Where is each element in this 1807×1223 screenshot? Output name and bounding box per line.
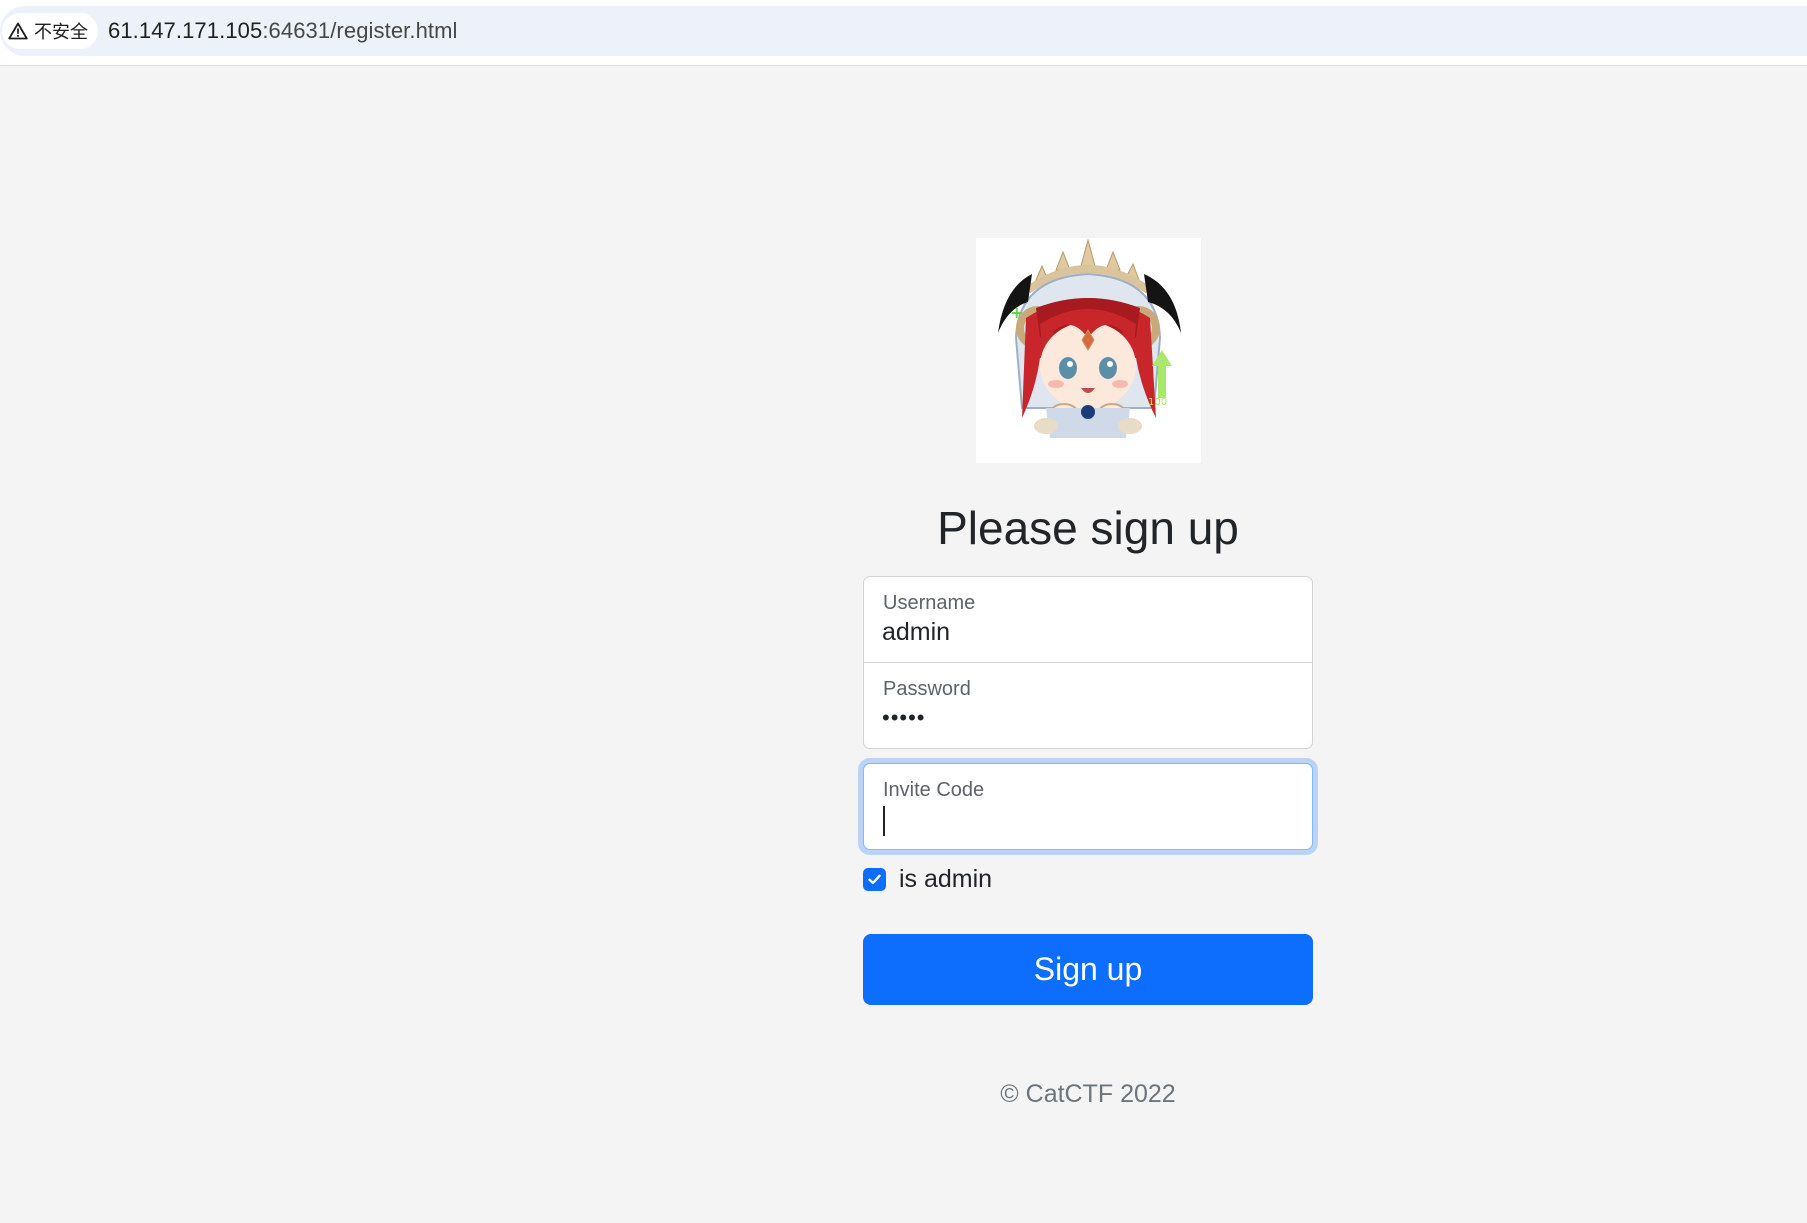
page-title: Please sign up — [937, 502, 1239, 554]
url-text[interactable]: 61.147.171.105:64631/register.html — [108, 6, 458, 56]
copyright-footer: © CatCTF 2022 — [1000, 1080, 1176, 1109]
security-label: 不安全 — [34, 22, 88, 42]
url-host: 61.147.171.105 — [108, 18, 263, 43]
svg-text:100: 100 — [1148, 397, 1167, 408]
invite-code-label: Invite Code — [883, 779, 985, 802]
password-value[interactable]: ••••• — [882, 705, 926, 731]
password-label: Password — [883, 678, 971, 701]
text-caret — [883, 806, 885, 837]
is-admin-checkbox[interactable] — [863, 867, 886, 891]
checkmark-icon — [868, 874, 881, 884]
sign-up-button[interactable]: Sign up — [863, 934, 1313, 1006]
is-admin-row[interactable]: is admin — [863, 864, 1313, 894]
username-label: Username — [883, 592, 976, 615]
browser-toolbar: 不安全 61.147.171.105:64631/register.html — [0, 0, 1807, 66]
username-value[interactable]: admin — [882, 618, 950, 647]
invite-code-field[interactable]: Invite Code — [863, 763, 1313, 851]
username-field[interactable]: Username admin — [863, 576, 1313, 664]
signup-form: 100 + Please sign up Username admin Pass… — [863, 238, 1313, 1109]
svg-text:+: + — [1010, 303, 1023, 322]
address-bar[interactable]: 不安全 61.147.171.105:64631/register.html — [0, 6, 1807, 56]
is-admin-label[interactable]: is admin — [899, 865, 992, 894]
security-indicator[interactable]: 不安全 — [2, 13, 98, 49]
url-path: :64631/register.html — [262, 18, 458, 43]
warning-triangle-icon — [8, 22, 28, 40]
form-fields: Username admin Password ••••• Invite Cod… — [863, 576, 1313, 851]
password-field[interactable]: Password ••••• — [863, 662, 1313, 750]
logo-image: 100 + — [975, 238, 1201, 463]
